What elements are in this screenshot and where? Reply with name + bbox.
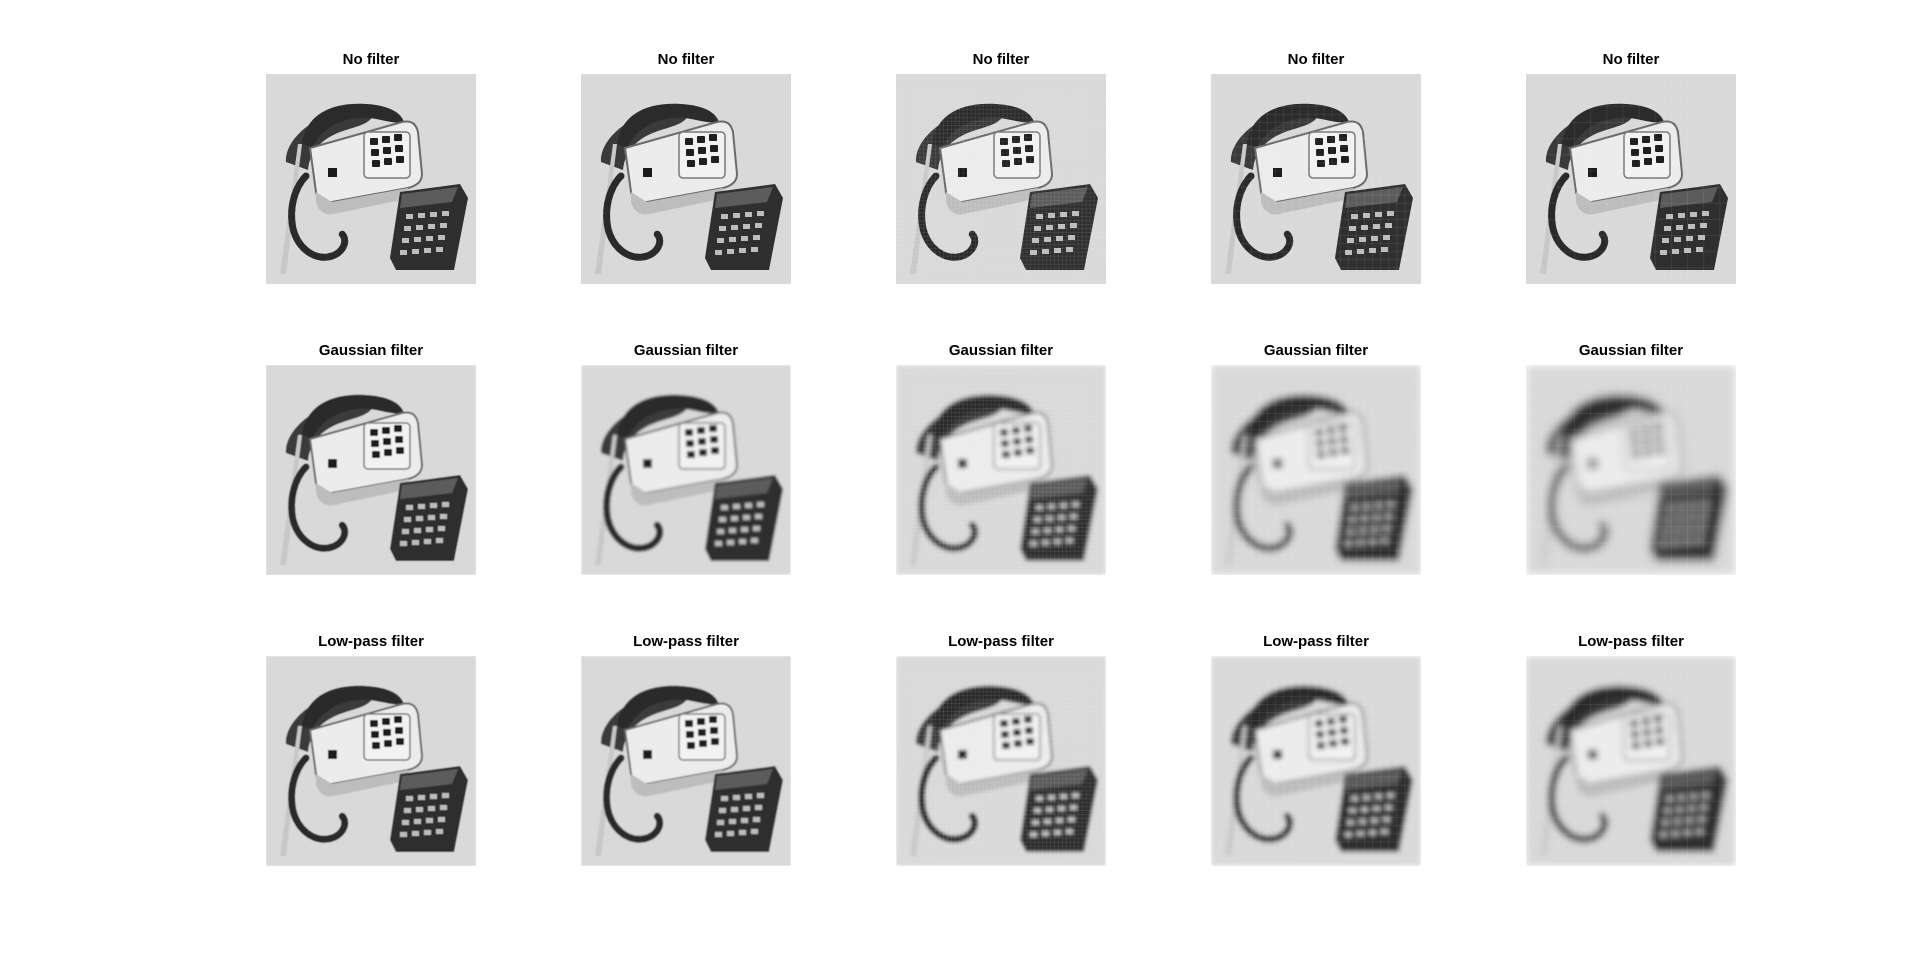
panel-title: Low-pass filter bbox=[1263, 633, 1369, 650]
panel-title: No filter bbox=[657, 51, 715, 68]
scene bbox=[581, 74, 791, 284]
telephone-image bbox=[581, 656, 791, 866]
panel-gaussian-5: Gaussian filter bbox=[1526, 343, 1736, 575]
scene bbox=[266, 74, 476, 284]
scene bbox=[266, 656, 476, 866]
panel-title: No filter bbox=[972, 51, 1030, 68]
scene bbox=[1526, 365, 1736, 575]
panel-lowpass-4: Low-pass filter bbox=[1211, 634, 1421, 866]
scene bbox=[1526, 656, 1736, 866]
panel-nofilter-3: No filter bbox=[896, 52, 1106, 284]
telephone-image bbox=[266, 656, 476, 866]
scene bbox=[266, 365, 476, 575]
panel-gaussian-1: Gaussian filter bbox=[266, 343, 476, 575]
scene bbox=[581, 365, 791, 575]
panel-nofilter-4: No filter bbox=[1211, 52, 1421, 284]
telephone-image bbox=[896, 365, 1106, 575]
telephone-image bbox=[1211, 74, 1421, 284]
telephone-image bbox=[1211, 656, 1421, 866]
panel-title: Gaussian filter bbox=[1263, 342, 1369, 359]
panel-title: Low-pass filter bbox=[948, 633, 1054, 650]
panel-lowpass-5: Low-pass filter bbox=[1526, 634, 1736, 866]
panel-lowpass-2: Low-pass filter bbox=[581, 634, 791, 866]
panel-title: Low-pass filter bbox=[1578, 633, 1684, 650]
panel-nofilter-1: No filter bbox=[266, 52, 476, 284]
panel-lowpass-1: Low-pass filter bbox=[266, 634, 476, 866]
panel-title: Low-pass filter bbox=[318, 633, 424, 650]
panel-title: Gaussian filter bbox=[633, 342, 739, 359]
panel-title: Gaussian filter bbox=[1578, 342, 1684, 359]
telephone-image bbox=[1526, 656, 1736, 866]
telephone-image bbox=[1526, 365, 1736, 575]
panel-title: Gaussian filter bbox=[948, 342, 1054, 359]
panel-title: No filter bbox=[1602, 51, 1660, 68]
panel-gaussian-2: Gaussian filter bbox=[581, 343, 791, 575]
telephone-image bbox=[896, 74, 1106, 284]
telephone-image bbox=[266, 74, 476, 284]
telephone-image bbox=[581, 74, 791, 284]
telephone-image bbox=[581, 365, 791, 575]
scene bbox=[581, 656, 791, 866]
panel-title: No filter bbox=[342, 51, 400, 68]
telephone-image bbox=[1526, 74, 1736, 284]
panel-title: No filter bbox=[1287, 51, 1345, 68]
panel-gaussian-4: Gaussian filter bbox=[1211, 343, 1421, 575]
panel-title: Low-pass filter bbox=[633, 633, 739, 650]
figure-canvas: No filter No filter No filter No filter … bbox=[0, 0, 1920, 963]
panel-lowpass-3: Low-pass filter bbox=[896, 634, 1106, 866]
telephone-image bbox=[896, 656, 1106, 866]
panel-nofilter-2: No filter bbox=[581, 52, 791, 284]
panel-gaussian-3: Gaussian filter bbox=[896, 343, 1106, 575]
scene bbox=[1526, 74, 1736, 284]
telephone-image bbox=[1211, 365, 1421, 575]
panel-nofilter-5: No filter bbox=[1526, 52, 1736, 284]
telephone-image bbox=[266, 365, 476, 575]
panel-title: Gaussian filter bbox=[318, 342, 424, 359]
